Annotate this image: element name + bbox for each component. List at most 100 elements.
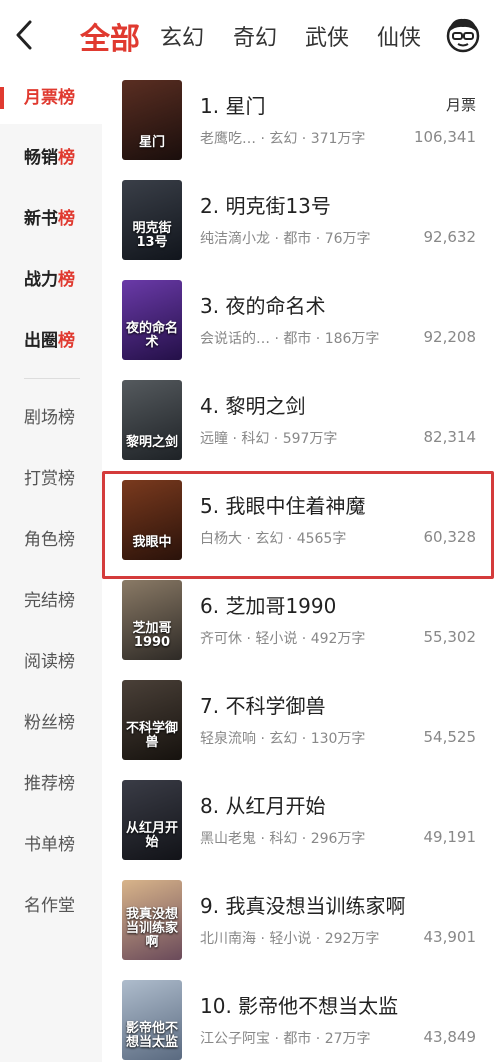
cover-title: 明克街13号 [132,221,172,250]
book-title: 6. 芝加哥1990 [200,594,337,618]
book-title: 2. 明克街13号 [200,194,331,218]
sidebar-item-label: 推荐 [24,774,58,794]
vote-count: 92,208 [423,328,477,346]
sidebar-item-label: 名作 [24,896,58,916]
book-meta: 黑山老鬼 · 科幻 · 296万字 [200,831,366,847]
votes-column-label: 月票 [445,96,476,114]
book-row[interactable]: 从红月开始 8. 从红月开始 黑山老鬼 · 科幻 · 296万字 49,191 [102,772,500,872]
ranking-sidebar: 月票榜 畅销榜 新书榜 战力榜 出圈榜 剧场榜 打赏榜 角色榜 完结榜 阅读榜 … [0,72,102,1062]
avatar[interactable] [443,14,483,54]
sidebar-item-suffix: 榜 [58,148,75,168]
sidebar-item-booklist[interactable]: 书单榜 [0,819,102,871]
vote-count: 49,191 [423,828,477,846]
sidebar-item-suffix: 榜 [58,331,75,351]
book-meta: 会说话的… · 都市 · 186万字 [200,331,380,347]
book-title: 4. 黎明之剑 [200,394,306,418]
sidebar-item-hall-of-fame[interactable]: 名作堂 [0,880,102,932]
vote-count: 43,901 [423,928,477,946]
book-cover: 我眼中 [122,480,182,560]
vote-count: 60,328 [423,528,477,546]
tab-xianxia[interactable]: 仙侠 [377,20,421,52]
book-meta: 齐可休 · 轻小说 · 492万字 [200,631,366,647]
sidebar-item-suffix: 堂 [58,896,75,916]
sidebar-item-bestseller[interactable]: 畅销榜 [0,132,102,184]
tab-wuxia[interactable]: 武侠 [305,20,349,52]
book-cover: 芝加哥1990 [122,580,182,660]
sidebar-item-suffix: 榜 [58,270,75,290]
sidebar-item-suffix: 榜 [58,713,75,733]
book-title: 3. 夜的命名术 [200,294,326,318]
sidebar-item-suffix: 榜 [58,88,75,108]
sidebar-item-suffix: 榜 [58,530,75,550]
book-title: 7. 不科学御兽 [200,694,326,718]
vote-count: 43,849 [423,1028,477,1046]
book-meta: 北川南海 · 轻小说 · 292万字 [200,931,380,947]
tab-all[interactable]: 全部 [80,14,140,58]
book-title: 10. 影帝他不想当太监 [200,994,399,1018]
sidebar-item-tips[interactable]: 打赏榜 [0,453,102,505]
sidebar-item-label: 战力 [24,270,58,290]
sidebar-item-new-books[interactable]: 新书榜 [0,193,102,245]
book-row[interactable]: 明克街13号 2. 明克街13号 纯洁滴小龙 · 都市 · 76万字 92,63… [102,172,500,272]
vote-count: 82,314 [423,428,477,446]
book-cover: 影帝他不想当太监 [122,980,182,1060]
book-row[interactable]: 黎明之剑 4. 黎明之剑 远瞳 · 科幻 · 597万字 82,314 [102,372,500,472]
sidebar-item-label: 粉丝 [24,713,58,733]
book-row[interactable]: 不科学御兽 7. 不科学御兽 轻泉流响 · 玄幻 · 130万字 54,525 [102,672,500,772]
cover-title: 影帝他不想当太监 [126,1021,179,1050]
book-meta: 白杨大 · 玄幻 · 4565字 [200,531,347,547]
book-title: 9. 我真没想当训练家啊 [200,894,406,918]
book-cover: 从红月开始 [122,780,182,860]
book-cover: 黎明之剑 [122,380,182,460]
sidebar-item-label: 完结 [24,591,58,611]
sidebar-item-label: 出圈 [24,331,58,351]
sidebar-item-recommend[interactable]: 推荐榜 [0,758,102,810]
sidebar-item-label: 书单 [24,835,58,855]
tab-xuanhuan[interactable]: 玄幻 [160,20,204,52]
sidebar-item-suffix: 榜 [58,774,75,794]
book-cover: 我真没想当训练家啊 [122,880,182,960]
sidebar-item-monthly-ticket[interactable]: 月票榜 [0,72,102,124]
cover-title: 我眼中 [132,535,172,550]
back-button[interactable] [10,18,40,52]
sidebar-item-suffix: 榜 [58,209,75,229]
book-title: 1. 星门 [200,94,266,118]
cover-title: 不科学御兽 [126,721,179,750]
sidebar-item-suffix: 榜 [58,591,75,611]
book-row[interactable]: 影帝他不想当太监 10. 影帝他不想当太监 江公子阿宝 · 都市 · 27万字 … [102,972,500,1062]
book-row[interactable]: 芝加哥1990 6. 芝加哥1990 齐可休 · 轻小说 · 492万字 55,… [102,572,500,672]
sidebar-item-theater[interactable]: 剧场榜 [0,392,102,444]
book-cover: 星门 [122,80,182,160]
book-title: 8. 从红月开始 [200,794,326,818]
book-cover: 不科学御兽 [122,680,182,760]
sidebar-item-suffix: 榜 [58,408,75,428]
sidebar-item-fans[interactable]: 粉丝榜 [0,697,102,749]
sidebar-item-power[interactable]: 战力榜 [0,254,102,306]
book-row[interactable]: 星门 1. 星门 月票 老鹰吃… · 玄幻 · 371万字 106,341 [102,72,500,172]
cover-title: 我真没想当训练家啊 [126,907,179,950]
tab-qihuan[interactable]: 奇幻 [233,20,277,52]
book-meta: 老鹰吃… · 玄幻 · 371万字 [200,131,366,147]
sidebar-item-reading[interactable]: 阅读榜 [0,636,102,688]
book-row[interactable]: 我眼中 5. 我眼中住着神魔 白杨大 · 玄幻 · 4565字 60,328 [102,471,500,579]
sidebar-item-breakout[interactable]: 出圈榜 [0,315,102,367]
book-cover: 夜的命名术 [122,280,182,360]
vote-count: 54,525 [423,728,477,746]
vote-count: 55,302 [423,628,477,646]
book-meta: 轻泉流响 · 玄幻 · 130万字 [200,731,366,747]
user-avatar-icon [446,18,480,53]
book-row[interactable]: 我真没想当训练家啊 9. 我真没想当训练家啊 北川南海 · 轻小说 · 292万… [102,872,500,972]
book-row[interactable]: 夜的命名术 3. 夜的命名术 会说话的… · 都市 · 186万字 92,208 [102,272,500,372]
active-indicator [0,87,4,109]
sidebar-item-suffix: 榜 [58,835,75,855]
sidebar-item-label: 月票 [24,88,58,108]
book-meta: 远瞳 · 科幻 · 597万字 [200,431,338,447]
vote-count: 106,341 [413,128,476,146]
cover-title: 黎明之剑 [126,435,179,450]
book-cover: 明克街13号 [122,180,182,260]
book-meta: 江公子阿宝 · 都市 · 27万字 [200,1031,371,1047]
sidebar-item-completed[interactable]: 完结榜 [0,575,102,627]
cover-title: 从红月开始 [126,821,179,850]
sidebar-item-characters[interactable]: 角色榜 [0,514,102,566]
sidebar-item-label: 阅读 [24,652,58,672]
